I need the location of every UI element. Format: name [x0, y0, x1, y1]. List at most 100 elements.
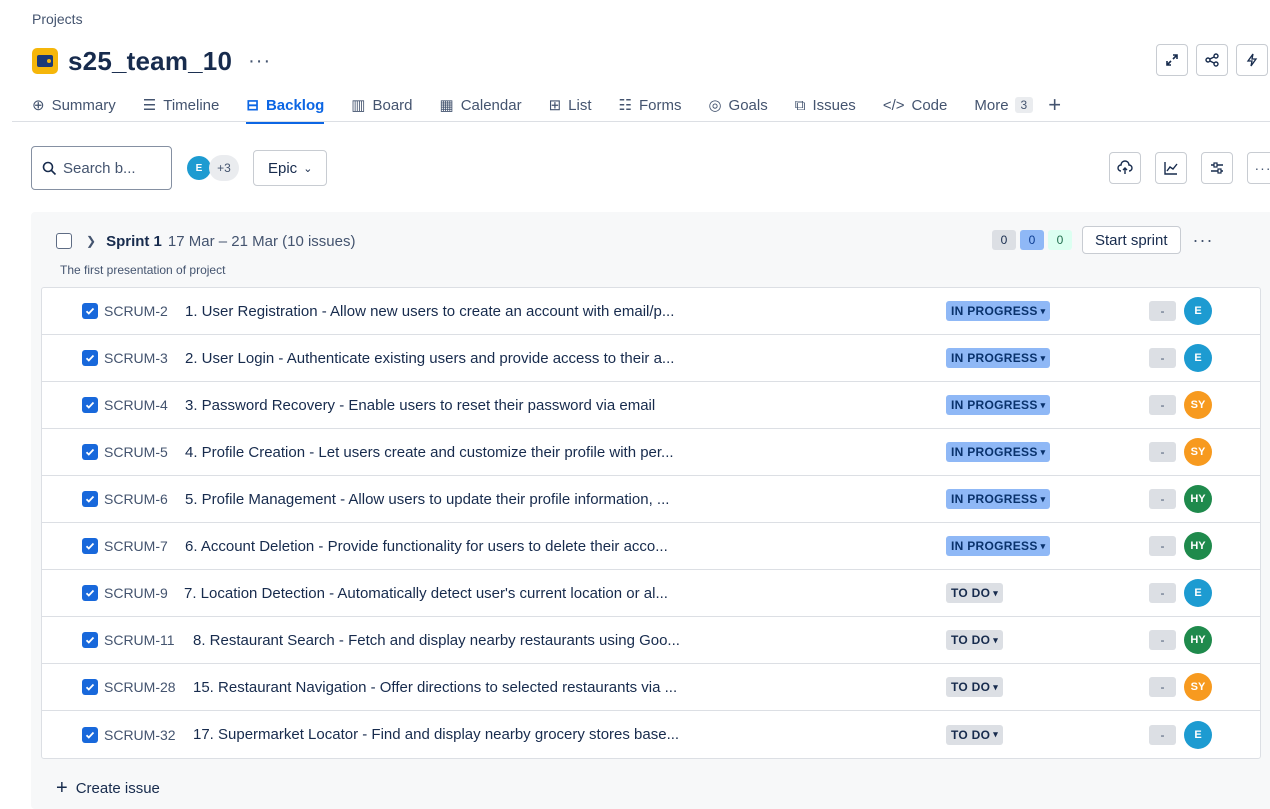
- tab-timeline[interactable]: ☰ Timeline: [143, 90, 220, 120]
- issue-summary[interactable]: 8. Restaurant Search - Fetch and display…: [193, 632, 680, 649]
- avatar[interactable]: SY: [1184, 673, 1212, 701]
- sprint-header[interactable]: ❯ Sprint 1 17 Mar – 21 Mar (10 issues): [56, 230, 355, 252]
- avatar[interactable]: HY: [1184, 532, 1212, 560]
- table-row[interactable]: SCRUM-9 7. Location Detection - Automatic…: [42, 570, 1260, 617]
- issue-key[interactable]: SCRUM-28: [104, 679, 176, 695]
- tab-backlog[interactable]: ⊟ Backlog: [246, 90, 324, 124]
- automation-button[interactable]: [1236, 44, 1268, 76]
- tab-label: Goals: [728, 96, 768, 114]
- avatar[interactable]: E: [1184, 344, 1212, 372]
- tab-issues[interactable]: ⧉ Issues: [795, 90, 856, 120]
- tab-more[interactable]: More 3: [974, 90, 1034, 120]
- issue-key[interactable]: SCRUM-9: [104, 585, 168, 601]
- table-row[interactable]: SCRUM-32 17. Supermarket Locator - Find a…: [42, 711, 1260, 758]
- status-dropdown[interactable]: IN PROGRESS ▾: [946, 395, 1051, 415]
- table-row[interactable]: SCRUM-7 6. Account Deletion - Provide fun…: [42, 523, 1260, 570]
- more-options-button[interactable]: ···: [1247, 152, 1270, 184]
- avatar[interactable]: E: [1184, 720, 1212, 749]
- status-dropdown[interactable]: TO DO ▾: [946, 583, 1004, 603]
- tab-goals[interactable]: ◎ Goals: [708, 90, 767, 120]
- sprint-checkbox[interactable]: [56, 233, 72, 249]
- avatar[interactable]: SY: [1184, 438, 1212, 466]
- tab-code[interactable]: </> Code: [883, 90, 948, 120]
- avatar[interactable]: HY: [1184, 626, 1212, 654]
- tab-summary[interactable]: ⊕ Summary: [32, 90, 116, 120]
- tab-board[interactable]: ▥ Board: [351, 90, 412, 120]
- create-issue-button[interactable]: + Create issue: [56, 777, 160, 800]
- board-icon: ▥: [351, 97, 366, 114]
- issue-key[interactable]: SCRUM-2: [104, 303, 168, 319]
- issue-key[interactable]: SCRUM-4: [104, 397, 168, 413]
- insights-button[interactable]: [1155, 152, 1187, 184]
- breadcrumb[interactable]: Projects: [32, 11, 83, 27]
- more-assignees-button[interactable]: +3: [209, 155, 239, 181]
- avatar[interactable]: HY: [1184, 485, 1212, 513]
- story-points-badge[interactable]: -: [1149, 489, 1176, 509]
- status-dropdown[interactable]: IN PROGRESS ▾: [946, 536, 1051, 556]
- issue-summary[interactable]: 17. Supermarket Locator - Find and displ…: [193, 726, 679, 743]
- tab-label: Forms: [638, 96, 682, 114]
- status-dropdown[interactable]: IN PROGRESS ▾: [946, 489, 1051, 509]
- fullscreen-button[interactable]: [1156, 44, 1188, 76]
- issue-summary[interactable]: 3. Password Recovery - Enable users to r…: [185, 397, 655, 414]
- issue-summary[interactable]: 1. User Registration - Allow new users t…: [185, 303, 674, 320]
- issue-summary[interactable]: 6. Account Deletion - Provide functional…: [185, 538, 668, 555]
- table-row[interactable]: SCRUM-2 1. User Registration - Allow new …: [42, 288, 1260, 335]
- avatar[interactable]: E: [1184, 579, 1212, 607]
- issue-summary[interactable]: 5. Profile Management - Allow users to u…: [185, 491, 669, 508]
- issue-summary[interactable]: 2. User Login - Authenticate existing us…: [185, 350, 674, 367]
- story-points-badge[interactable]: -: [1149, 301, 1176, 321]
- tab-forms[interactable]: ☷ Forms: [619, 90, 682, 120]
- issue-key[interactable]: SCRUM-32: [104, 727, 176, 743]
- start-sprint-button[interactable]: Start sprint: [1082, 226, 1181, 254]
- epic-filter-button[interactable]: Epic ⌄: [253, 150, 328, 186]
- table-row[interactable]: SCRUM-28 15. Restaurant Navigation - Offe…: [42, 664, 1260, 711]
- table-row[interactable]: SCRUM-5 4. Profile Creation - Let users c…: [42, 429, 1260, 476]
- avatar[interactable]: E: [1184, 297, 1212, 325]
- issue-key[interactable]: SCRUM-11: [104, 632, 175, 648]
- issue-summary[interactable]: 4. Profile Creation - Let users create a…: [185, 444, 674, 461]
- status-label: IN PROGRESS: [951, 351, 1038, 365]
- search-input[interactable]: Search b...: [31, 146, 172, 190]
- sprint-more-button[interactable]: ···: [1193, 230, 1214, 251]
- story-points-badge[interactable]: -: [1149, 583, 1176, 603]
- table-row[interactable]: SCRUM-11 8. Restaurant Search - Fetch and…: [42, 617, 1260, 664]
- issue-key[interactable]: SCRUM-6: [104, 491, 168, 507]
- status-dropdown[interactable]: TO DO ▾: [946, 677, 1004, 697]
- tab-label: More: [974, 96, 1009, 114]
- table-row[interactable]: SCRUM-4 3. Password Recovery - Enable use…: [42, 382, 1260, 429]
- table-row[interactable]: SCRUM-3 2. User Login - Authenticate exis…: [42, 335, 1260, 382]
- status-dropdown[interactable]: IN PROGRESS ▾: [946, 348, 1051, 368]
- project-avatar-icon[interactable]: [32, 48, 58, 74]
- issue-summary[interactable]: 7. Location Detection - Automatically de…: [184, 585, 668, 602]
- story-points-badge[interactable]: -: [1149, 677, 1176, 697]
- view-settings-button[interactable]: [1201, 152, 1233, 184]
- avatar[interactable]: SY: [1184, 391, 1212, 419]
- story-points-badge[interactable]: -: [1149, 395, 1176, 415]
- assignee-filter[interactable]: E +3: [187, 155, 239, 181]
- issue-summary[interactable]: 15. Restaurant Navigation - Offer direct…: [193, 679, 677, 696]
- tab-list[interactable]: ⊞ List: [549, 90, 592, 120]
- share-button[interactable]: [1196, 44, 1228, 76]
- upload-button[interactable]: [1109, 152, 1141, 184]
- issue-key[interactable]: SCRUM-3: [104, 350, 168, 366]
- issue-key[interactable]: SCRUM-7: [104, 538, 168, 554]
- story-points-badge[interactable]: -: [1149, 348, 1176, 368]
- status-dropdown[interactable]: IN PROGRESS ▾: [946, 442, 1051, 462]
- chevron-down-icon: ▾: [1040, 493, 1046, 504]
- project-more-button[interactable]: ···: [248, 50, 271, 73]
- story-points-badge[interactable]: -: [1149, 536, 1176, 556]
- status-dropdown[interactable]: IN PROGRESS ▾: [946, 301, 1051, 321]
- avatar[interactable]: E: [187, 156, 211, 180]
- goals-icon: ◎: [708, 97, 722, 114]
- story-points-badge[interactable]: -: [1149, 630, 1176, 650]
- status-dropdown[interactable]: TO DO ▾: [946, 724, 1004, 745]
- status-dropdown[interactable]: TO DO ▾: [946, 630, 1004, 650]
- story-points-badge[interactable]: -: [1149, 724, 1176, 745]
- table-row[interactable]: SCRUM-6 5. Profile Management - Allow use…: [42, 476, 1260, 523]
- chevron-down-icon[interactable]: ❯: [86, 234, 96, 248]
- tab-calendar[interactable]: ▦ Calendar: [440, 90, 522, 120]
- issue-key[interactable]: SCRUM-5: [104, 444, 168, 460]
- story-points-badge[interactable]: -: [1149, 442, 1176, 462]
- add-tab-button[interactable]: +: [1048, 92, 1061, 118]
